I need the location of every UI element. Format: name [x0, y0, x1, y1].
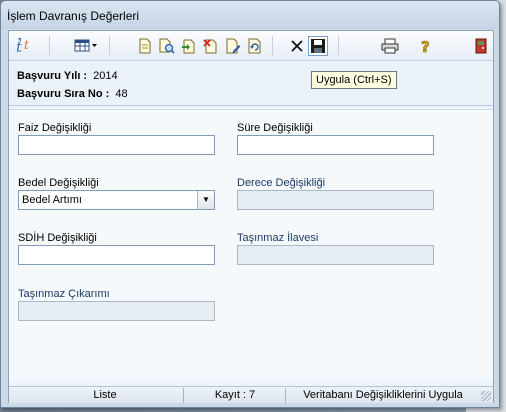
tasinmaz-cikarimi-field — [18, 301, 215, 321]
print-icon[interactable] — [381, 37, 399, 55]
tasinmaz-ilave-field — [237, 245, 434, 265]
basvuru-sira-no-label: Başvuru Sıra No : — [17, 88, 110, 100]
svg-text:?: ? — [421, 38, 430, 54]
exit-icon[interactable] — [472, 37, 490, 55]
tasinmaz-cikarimi-label: Taşınmaz Çıkarımı — [18, 288, 110, 300]
status-message: Veritabanı Değişikliklerini Uygula — [303, 389, 463, 401]
status-bar: Liste Kayıt : 7 Veritabanı Değişiklikler… — [9, 386, 493, 403]
chevron-down-icon[interactable]: ▼ — [197, 191, 214, 209]
toolbar: tt ? — [9, 31, 493, 61]
sdih-label: SDİH Değişikliği — [18, 232, 97, 244]
application-info: Başvuru Yılı : 2014 Başvuru Sıra No : 48 — [9, 62, 493, 106]
document-search-icon[interactable] — [158, 37, 176, 55]
document-edit-icon[interactable] — [224, 37, 242, 55]
status-liste: Liste — [93, 389, 117, 401]
toolbar-separator — [272, 36, 273, 56]
cancel-icon[interactable] — [288, 37, 306, 55]
resize-grip[interactable] — [481, 391, 491, 401]
faiz-label: Faiz Değişikliği — [18, 122, 92, 134]
status-divider — [285, 388, 286, 403]
basvuru-sira-no: Başvuru Sıra No : 48 — [17, 88, 128, 100]
bedel-select[interactable]: Bedel Artımı ▼ — [18, 190, 215, 210]
bedel-label: Bedel Değişikliği — [18, 177, 99, 189]
toolbar-separator — [338, 36, 339, 56]
content-frame: tt ? Başvuru Yılı: 2014 Başvuru Sıra No… — [8, 30, 494, 403]
save-tooltip: Uygula (Ctrl+S) — [311, 71, 397, 89]
status-kayit: Kayıt : 7 — [214, 389, 256, 401]
tasinmaz-ilave-label: Taşınmaz İlavesi — [237, 232, 319, 244]
derece-label: Derece Değişikliği — [237, 177, 326, 189]
sure-label: Süre Değişikliği — [237, 122, 313, 134]
toolbar-separator — [109, 36, 110, 56]
sdih-field[interactable] — [18, 245, 215, 265]
basvuru-yili-value: 2014 — [93, 70, 118, 82]
bedel-select-value: Bedel Artımı — [22, 194, 82, 206]
window-title: İşlem Davranış Değerleri — [1, 1, 499, 29]
document-move-icon[interactable] — [180, 37, 198, 55]
document-delete-icon[interactable] — [202, 37, 220, 55]
help-icon[interactable]: ? — [417, 37, 435, 55]
grid-view-icon[interactable] — [73, 37, 99, 55]
dialog-window: İşlem Davranış Değerleri tt ? Başvuru Yı… — [0, 0, 500, 408]
status-divider — [183, 388, 184, 403]
derece-field — [237, 190, 434, 210]
save-icon[interactable] — [308, 36, 328, 56]
faiz-field[interactable] — [18, 135, 215, 155]
document-refresh-icon[interactable] — [246, 37, 264, 55]
basvuru-yili-label: Başvuru Yılı : — [17, 70, 88, 82]
behavior-form: Faiz Değişikliği Süre Değişikliği Bedel … — [9, 109, 493, 380]
basvuru-sira-no-value: 48 — [115, 88, 128, 100]
basvuru-yili: Başvuru Yılı : 2014 — [17, 70, 118, 82]
document-icon[interactable] — [136, 37, 154, 55]
svg-text:t: t — [16, 38, 23, 55]
logo-icon: tt — [14, 37, 36, 55]
sure-field[interactable] — [237, 135, 434, 155]
svg-text:t: t — [24, 38, 29, 52]
toolbar-separator — [49, 36, 50, 56]
